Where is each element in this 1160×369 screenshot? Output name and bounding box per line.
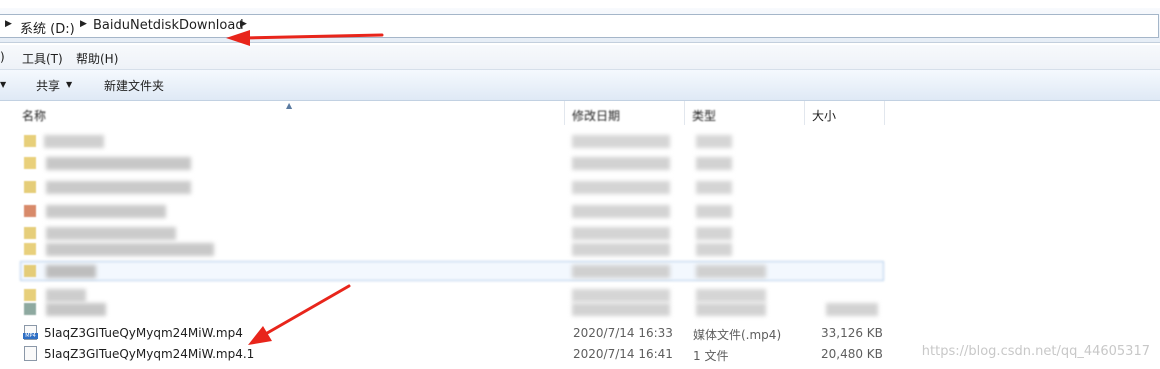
- annotation-arrows: [226, 30, 384, 345]
- arrow-to-duplicate-file: [248, 284, 351, 345]
- arrow-to-address-bar: [226, 30, 384, 46]
- watermark: https://blog.csdn.net/qq_44605317: [921, 344, 1150, 359]
